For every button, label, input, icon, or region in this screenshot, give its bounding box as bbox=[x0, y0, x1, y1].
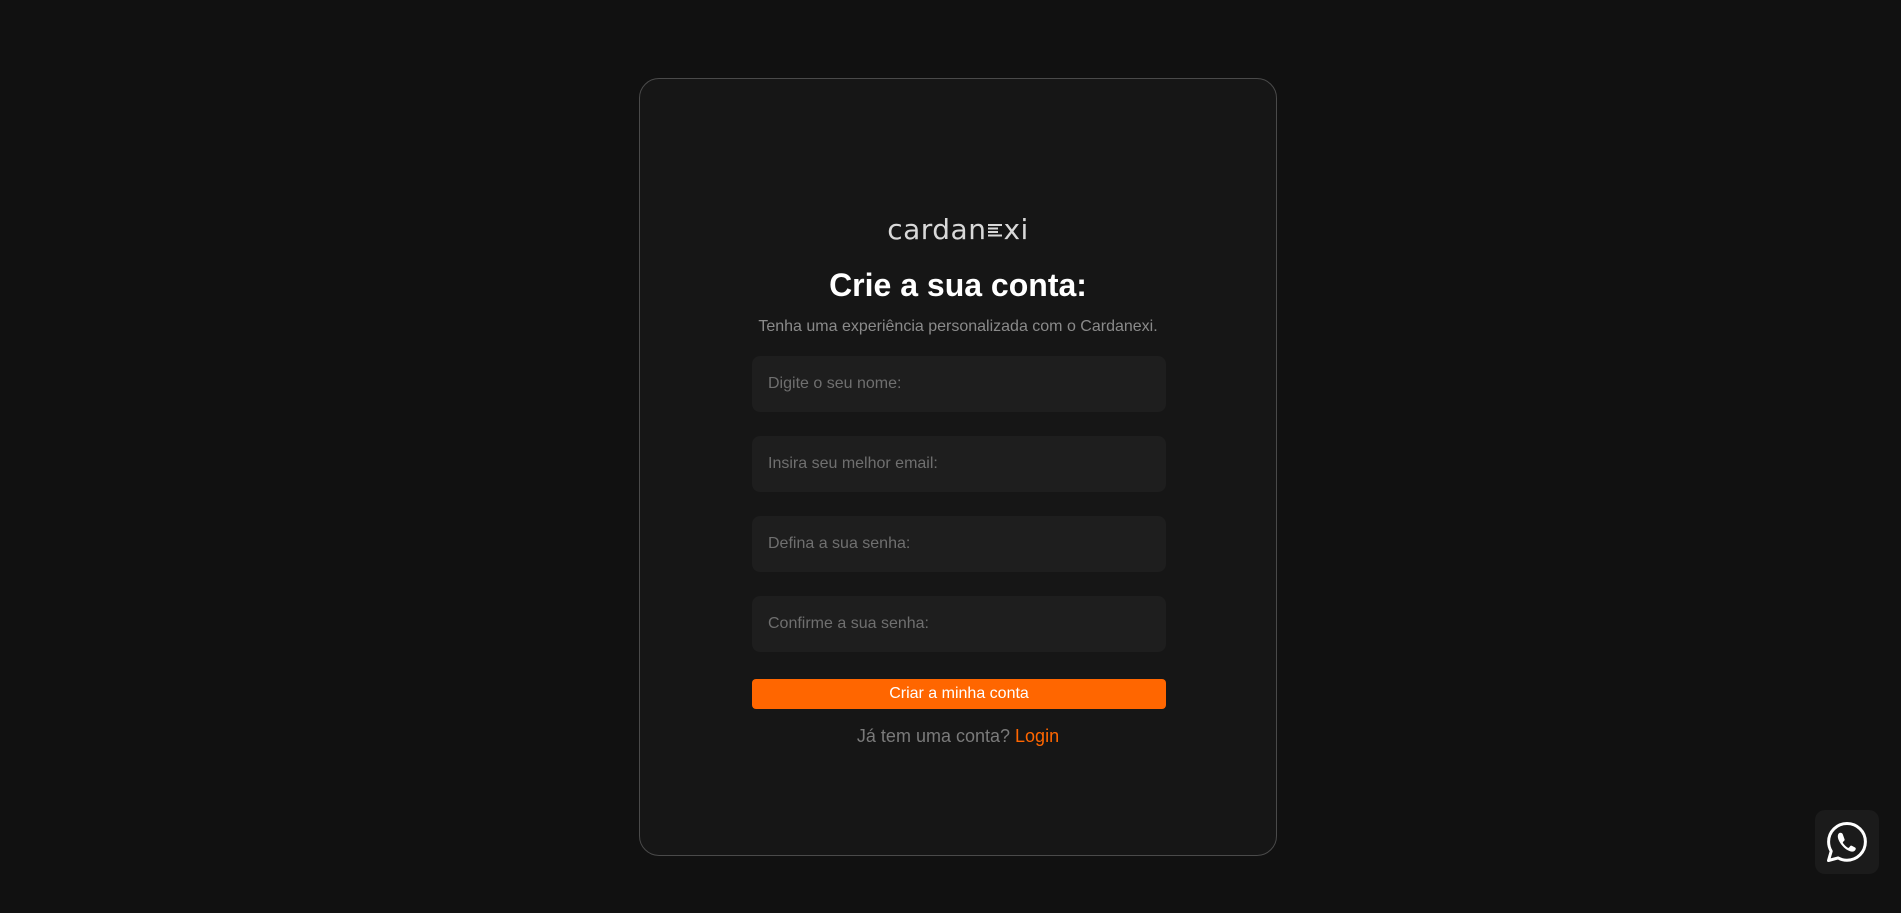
name-input[interactable] bbox=[752, 356, 1166, 412]
logo-text-left: cardan bbox=[887, 213, 987, 246]
logo-mark-icon bbox=[988, 224, 1003, 237]
login-link[interactable]: Login bbox=[1015, 726, 1059, 746]
page-subtitle: Tenha uma experiência personalizada com … bbox=[758, 318, 1158, 335]
whatsapp-icon bbox=[1827, 822, 1867, 862]
login-prompt-text: Já tem uma conta? bbox=[856, 726, 1011, 746]
password-input[interactable] bbox=[752, 516, 1166, 572]
page-title: Crie a sua conta: bbox=[829, 267, 1087, 303]
cardanexi-logo: cardan xi bbox=[640, 213, 1276, 246]
create-account-button[interactable]: Criar a minha conta bbox=[752, 679, 1166, 709]
logo-text-right: xi bbox=[1003, 213, 1029, 246]
email-input[interactable] bbox=[752, 436, 1166, 492]
login-prompt-row: Já tem uma conta? Login bbox=[640, 726, 1276, 747]
page: cardan xi Crie a sua conta: Tenha uma ex… bbox=[0, 0, 1901, 913]
confirm-password-input[interactable] bbox=[752, 596, 1166, 652]
signup-card: cardan xi Crie a sua conta: Tenha uma ex… bbox=[639, 78, 1277, 856]
whatsapp-button[interactable] bbox=[1815, 810, 1879, 874]
